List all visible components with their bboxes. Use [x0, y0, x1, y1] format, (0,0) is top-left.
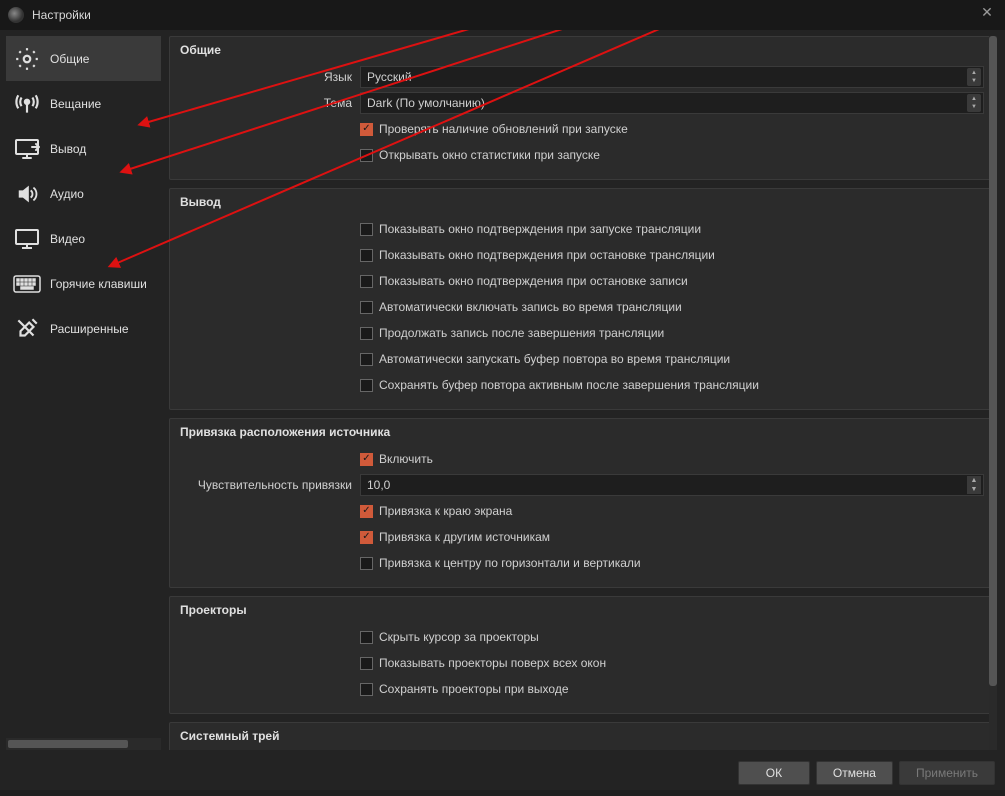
keep-record-checkbox[interactable] — [360, 327, 373, 340]
confirm-start-checkbox[interactable] — [360, 223, 373, 236]
titlebar: Настройки ✕ — [0, 0, 1005, 30]
snap-center-checkbox[interactable] — [360, 557, 373, 570]
footer: ОК Отмена Применить — [0, 756, 1005, 790]
sidebar-item-label: Видео — [50, 232, 85, 246]
snap-center-label: Привязка к центру по горизонтали и верти… — [379, 556, 641, 570]
group-output: Вывод Показывать окно подтверждения при … — [169, 188, 995, 410]
antenna-icon — [12, 92, 42, 116]
content-scrollbar[interactable] — [989, 36, 997, 750]
sidebar-item-stream[interactable]: Вещание — [6, 81, 161, 126]
speaker-icon — [12, 182, 42, 206]
confirm-stop-record-checkbox[interactable] — [360, 275, 373, 288]
sidebar-item-hotkeys[interactable]: Горячие клавиши — [6, 261, 161, 306]
language-combo[interactable]: Русский ▲▼ — [360, 66, 984, 88]
snap-edge-checkbox[interactable] — [360, 505, 373, 518]
snap-enable-label: Включить — [379, 452, 433, 466]
tools-icon — [12, 317, 42, 341]
group-title: Системный трей — [180, 729, 984, 743]
window-title: Настройки — [32, 8, 91, 22]
gear-icon — [12, 47, 42, 71]
group-projectors: Проекторы Скрыть курсор за проекторы Пок… — [169, 596, 995, 714]
confirm-start-label: Показывать окно подтверждения при запуск… — [379, 222, 701, 236]
obs-icon — [8, 7, 24, 23]
sidebar-item-general[interactable]: Общие — [6, 36, 161, 81]
monitor-arrow-icon — [12, 137, 42, 161]
group-tray: Системный трей Включить Скрывать окно в … — [169, 722, 995, 750]
group-title: Вывод — [180, 195, 984, 209]
proj-save-exit-checkbox[interactable] — [360, 683, 373, 696]
auto-record-checkbox[interactable] — [360, 301, 373, 314]
snap-sensitivity-label: Чувствительность привязки — [180, 478, 360, 492]
snap-enable-checkbox[interactable] — [360, 453, 373, 466]
sidebar-scrollbar[interactable] — [6, 738, 161, 750]
close-icon[interactable]: ✕ — [977, 4, 997, 24]
open-stats-label: Открывать окно статистики при запуске — [379, 148, 600, 162]
proj-always-top-label: Показывать проекторы поверх всех окон — [379, 656, 606, 670]
keep-record-label: Продолжать запись после завершения транс… — [379, 326, 664, 340]
keyboard-icon — [12, 272, 42, 296]
sidebar-item-label: Общие — [50, 52, 89, 66]
sidebar-item-advanced[interactable]: Расширенные — [6, 306, 161, 351]
sidebar-item-label: Горячие клавиши — [50, 277, 147, 291]
sidebar-item-label: Вещание — [50, 97, 101, 111]
sidebar: Общие Вещание Вывод Аудио Видео — [6, 36, 161, 750]
snap-sensitivity-value: 10,0 — [367, 478, 390, 492]
auto-replay-checkbox[interactable] — [360, 353, 373, 366]
theme-value: Dark (По умолчанию) — [367, 96, 485, 110]
cancel-button[interactable]: Отмена — [816, 761, 893, 785]
group-title: Привязка расположения источника — [180, 425, 984, 439]
language-value: Русский — [367, 70, 412, 84]
snap-edge-label: Привязка к краю экрана — [379, 504, 512, 518]
sidebar-item-video[interactable]: Видео — [6, 216, 161, 261]
language-label: Язык — [180, 70, 360, 84]
confirm-stop-record-label: Показывать окно подтверждения при остано… — [379, 274, 688, 288]
sidebar-item-output[interactable]: Вывод — [6, 126, 161, 171]
theme-combo[interactable]: Dark (По умолчанию) ▲▼ — [360, 92, 984, 114]
group-general: Общие Язык Русский ▲▼ Тема Dark (По умол… — [169, 36, 995, 180]
auto-record-label: Автоматически включать запись во время т… — [379, 300, 682, 314]
snap-sensitivity-spin[interactable]: 10,0 ▲▼ — [360, 474, 984, 496]
proj-save-exit-label: Сохранять проекторы при выходе — [379, 682, 569, 696]
group-title: Проекторы — [180, 603, 984, 617]
check-updates-checkbox[interactable] — [360, 123, 373, 136]
ok-button[interactable]: ОК — [738, 761, 810, 785]
sidebar-item-label: Вывод — [50, 142, 86, 156]
apply-button[interactable]: Применить — [899, 761, 995, 785]
auto-replay-label: Автоматически запускать буфер повтора во… — [379, 352, 730, 366]
theme-label: Тема — [180, 96, 360, 110]
monitor-icon — [12, 227, 42, 251]
snap-sources-checkbox[interactable] — [360, 531, 373, 544]
main-area: Общие Вещание Вывод Аудио Видео — [0, 30, 1005, 756]
open-stats-checkbox[interactable] — [360, 149, 373, 162]
proj-hide-cursor-checkbox[interactable] — [360, 631, 373, 644]
group-title: Общие — [180, 43, 984, 57]
check-updates-label: Проверять наличие обновлений при запуске — [379, 122, 628, 136]
keep-replay-checkbox[interactable] — [360, 379, 373, 392]
keep-replay-label: Сохранять буфер повтора активным после з… — [379, 378, 759, 392]
snap-sources-label: Привязка к другим источникам — [379, 530, 550, 544]
sidebar-item-label: Расширенные — [50, 322, 129, 336]
proj-hide-cursor-label: Скрыть курсор за проекторы — [379, 630, 539, 644]
sidebar-item-label: Аудио — [50, 187, 84, 201]
proj-always-top-checkbox[interactable] — [360, 657, 373, 670]
sidebar-item-audio[interactable]: Аудио — [6, 171, 161, 216]
group-snap: Привязка расположения источника Включить… — [169, 418, 995, 588]
confirm-stop-stream-checkbox[interactable] — [360, 249, 373, 262]
confirm-stop-stream-label: Показывать окно подтверждения при остано… — [379, 248, 715, 262]
content-panel: Общие Язык Русский ▲▼ Тема Dark (По умол… — [161, 36, 999, 750]
